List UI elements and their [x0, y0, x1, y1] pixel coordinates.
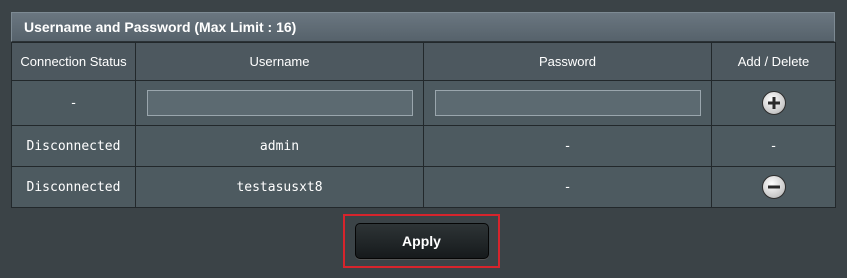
row-password: -: [423, 166, 712, 208]
apply-highlight: Apply: [343, 214, 500, 268]
header-add-delete: Add / Delete: [711, 42, 836, 81]
row-username: admin: [135, 125, 424, 167]
password-input[interactable]: [434, 90, 701, 116]
new-username-cell: [135, 80, 424, 126]
header-connection-status: Connection Status: [11, 42, 136, 81]
apply-button[interactable]: Apply: [354, 223, 489, 259]
table-row: Disconnected testasusxt8 -: [11, 166, 836, 208]
add-icon[interactable]: [761, 91, 786, 115]
header-username: Username: [135, 42, 424, 81]
row-status: Disconnected: [11, 125, 136, 167]
header-password: Password: [423, 42, 712, 81]
table-row: Disconnected admin - -: [11, 125, 836, 167]
remove-icon[interactable]: [761, 175, 786, 199]
row-password: -: [423, 125, 712, 167]
minus-glyph: [767, 185, 780, 189]
new-password-cell: [423, 80, 712, 126]
row-action-cell: [711, 166, 836, 208]
new-user-row: -: [11, 80, 836, 126]
plus-glyph: [767, 97, 780, 109]
panel-title: Username and Password (Max Limit : 16): [11, 12, 835, 42]
user-password-panel: Username and Password (Max Limit : 16) C…: [11, 12, 836, 208]
table-header-row: Connection Status Username Password Add …: [11, 42, 836, 81]
user-table: Connection Status Username Password Add …: [11, 42, 836, 208]
row-username: testasusxt8: [135, 166, 424, 208]
new-user-status: -: [11, 80, 136, 126]
row-action: -: [711, 125, 836, 167]
row-status: Disconnected: [11, 166, 136, 208]
username-input[interactable]: [146, 90, 413, 116]
new-user-action-cell: [711, 80, 836, 126]
